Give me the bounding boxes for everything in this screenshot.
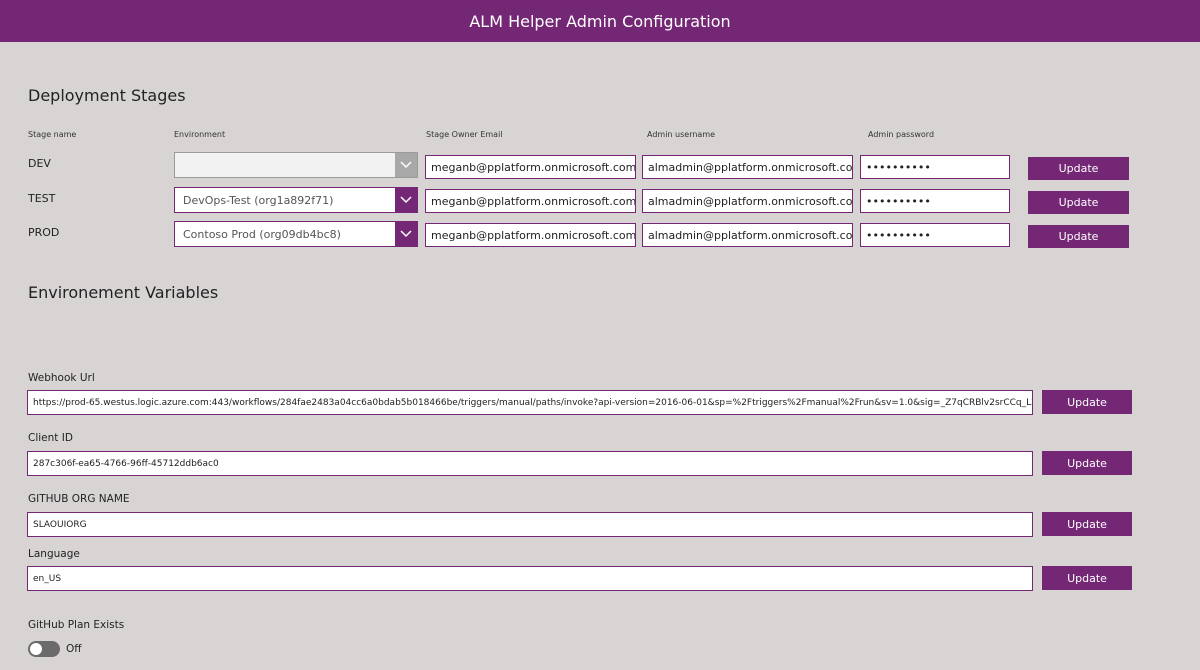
- github-plan-toggle[interactable]: [28, 641, 60, 657]
- owner-email-field-test[interactable]: meganb@pplatform.onmicrosoft.com: [425, 189, 636, 213]
- environment-variables-title: Environement Variables: [28, 283, 219, 302]
- chevron-down-icon: [395, 222, 417, 246]
- column-header-owner-email: Stage Owner Email: [426, 130, 503, 139]
- github-plan-state: Off: [66, 643, 82, 655]
- webhook-url-field[interactable]: https://prod-65.westus.logic.azure.com:4…: [27, 390, 1033, 415]
- update-button-dev[interactable]: Update: [1028, 157, 1129, 180]
- column-header-admin-username: Admin username: [647, 130, 716, 139]
- language-field[interactable]: en_US: [27, 566, 1033, 591]
- admin-password-field-test[interactable]: ••••••••••: [860, 189, 1010, 213]
- app-header: ALM Helper Admin Configuration: [0, 0, 1200, 42]
- client-id-field[interactable]: 287c306f-ea65-4766-96ff-45712ddb6ac0: [27, 451, 1033, 476]
- column-header-environment: Environment: [174, 130, 226, 139]
- admin-username-field-dev[interactable]: almadmin@pplatform.onmicrosoft.com: [642, 155, 853, 179]
- update-button-language[interactable]: Update: [1042, 566, 1132, 590]
- owner-email-field-dev[interactable]: meganb@pplatform.onmicrosoft.com: [425, 155, 636, 179]
- deployment-stages-title: Deployment Stages: [28, 86, 186, 105]
- app-title: ALM Helper Admin Configuration: [469, 11, 731, 31]
- admin-password-field-prod[interactable]: ••••••••••: [860, 223, 1010, 247]
- update-button-test[interactable]: Update: [1028, 191, 1129, 214]
- admin-username-field-test[interactable]: almadmin@pplatform.onmicrosoft.com: [642, 189, 853, 213]
- toggle-knob: [30, 643, 42, 655]
- admin-password-field-dev[interactable]: ••••••••••: [860, 155, 1010, 179]
- stage-name-dev: DEV: [28, 157, 51, 170]
- column-header-stage-name: Stage name: [28, 130, 77, 139]
- update-button-prod[interactable]: Update: [1028, 225, 1129, 248]
- language-label: Language: [28, 548, 80, 560]
- environment-value: Contoso Prod (org09db4bc8): [183, 227, 341, 241]
- column-header-admin-password: Admin password: [868, 130, 935, 139]
- environment-dropdown-dev[interactable]: [174, 152, 418, 178]
- github-plan-label: GitHub Plan Exists: [28, 619, 125, 631]
- client-id-label: Client ID: [28, 432, 73, 444]
- github-org-label: GITHUB ORG NAME: [28, 493, 130, 505]
- update-button-github-org[interactable]: Update: [1042, 512, 1132, 536]
- update-button-webhook[interactable]: Update: [1042, 390, 1132, 414]
- webhook-url-label: Webhook Url: [28, 372, 95, 384]
- environment-dropdown-test[interactable]: DevOps-Test (org1a892f71): [174, 187, 418, 213]
- environment-value: DevOps-Test (org1a892f71): [183, 193, 334, 207]
- owner-email-field-prod[interactable]: meganb@pplatform.onmicrosoft.com: [425, 223, 636, 247]
- chevron-down-icon: [395, 188, 417, 212]
- stage-name-prod: PROD: [28, 226, 60, 239]
- environment-dropdown-prod[interactable]: Contoso Prod (org09db4bc8): [174, 221, 418, 247]
- update-button-client-id[interactable]: Update: [1042, 451, 1132, 475]
- github-org-field[interactable]: SLAOUIORG: [27, 512, 1033, 537]
- admin-username-field-prod[interactable]: almadmin@pplatform.onmicrosoft.com: [642, 223, 853, 247]
- stage-name-test: TEST: [28, 192, 56, 205]
- chevron-down-icon: [395, 153, 417, 177]
